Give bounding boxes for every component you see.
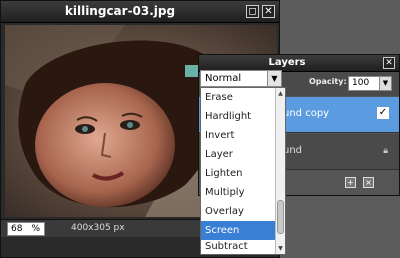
- zoom-unit: %: [31, 224, 40, 234]
- zoom-field[interactable]: 68 %: [7, 222, 45, 236]
- chevron-down-icon[interactable]: ▼: [276, 244, 285, 253]
- blend-scrollbar[interactable]: ▲ ▼: [275, 88, 285, 254]
- blend-option-multiply[interactable]: Multiply: [201, 183, 275, 202]
- blend-option-subtract[interactable]: Subtract: [201, 240, 275, 254]
- chevron-up-icon[interactable]: ▲: [276, 89, 285, 98]
- blend-option-invert[interactable]: Invert: [201, 126, 275, 145]
- blend-mode-select[interactable]: Normal ▼: [200, 70, 282, 87]
- scroll-thumb[interactable]: [277, 200, 284, 234]
- opacity-select[interactable]: 100 ▼: [348, 76, 392, 91]
- image-window-title: killingcar-03.jpg: [64, 4, 176, 18]
- image-window-titlebar[interactable]: killingcar-03.jpg ◻ ✕: [1, 1, 279, 23]
- blend-option-layer[interactable]: Layer: [201, 145, 275, 164]
- maximize-icon[interactable]: ◻: [246, 5, 259, 18]
- layers-title: Layers: [268, 57, 306, 68]
- layer-name: und copy: [283, 108, 330, 119]
- layer-visibility-checkbox[interactable]: ✓: [377, 107, 389, 119]
- new-layer-icon[interactable]: +: [345, 177, 356, 188]
- close-icon[interactable]: ✕: [262, 5, 275, 18]
- blend-mode-dropdown: Erase Hardlight Invert Layer Lighten Mul…: [200, 87, 286, 255]
- close-icon[interactable]: ✕: [383, 57, 395, 69]
- chevron-down-icon[interactable]: ▼: [267, 71, 281, 86]
- zoom-value: 68: [11, 224, 23, 234]
- blend-option-hardlight[interactable]: Hardlight: [201, 107, 275, 126]
- lock-icon[interactable]: 🔒︎: [383, 146, 388, 156]
- opacity-value: 100: [352, 78, 370, 88]
- blend-option-lighten[interactable]: Lighten: [201, 164, 275, 183]
- chevron-down-icon[interactable]: ▼: [379, 77, 391, 90]
- trash-icon[interactable]: ×: [363, 177, 374, 188]
- blend-option-erase[interactable]: Erase: [201, 88, 275, 107]
- photo-editor-workspace: killingcar-03.jpg ◻ ✕ 68 % 400x305 px La…: [0, 0, 400, 258]
- blend-option-overlay[interactable]: Overlay: [201, 202, 275, 221]
- blend-mode-value: Normal: [205, 73, 242, 84]
- blend-option-screen[interactable]: Screen: [201, 221, 275, 240]
- image-size-label: 400x305 px: [71, 223, 125, 233]
- opacity-label: Opacity:: [309, 77, 347, 86]
